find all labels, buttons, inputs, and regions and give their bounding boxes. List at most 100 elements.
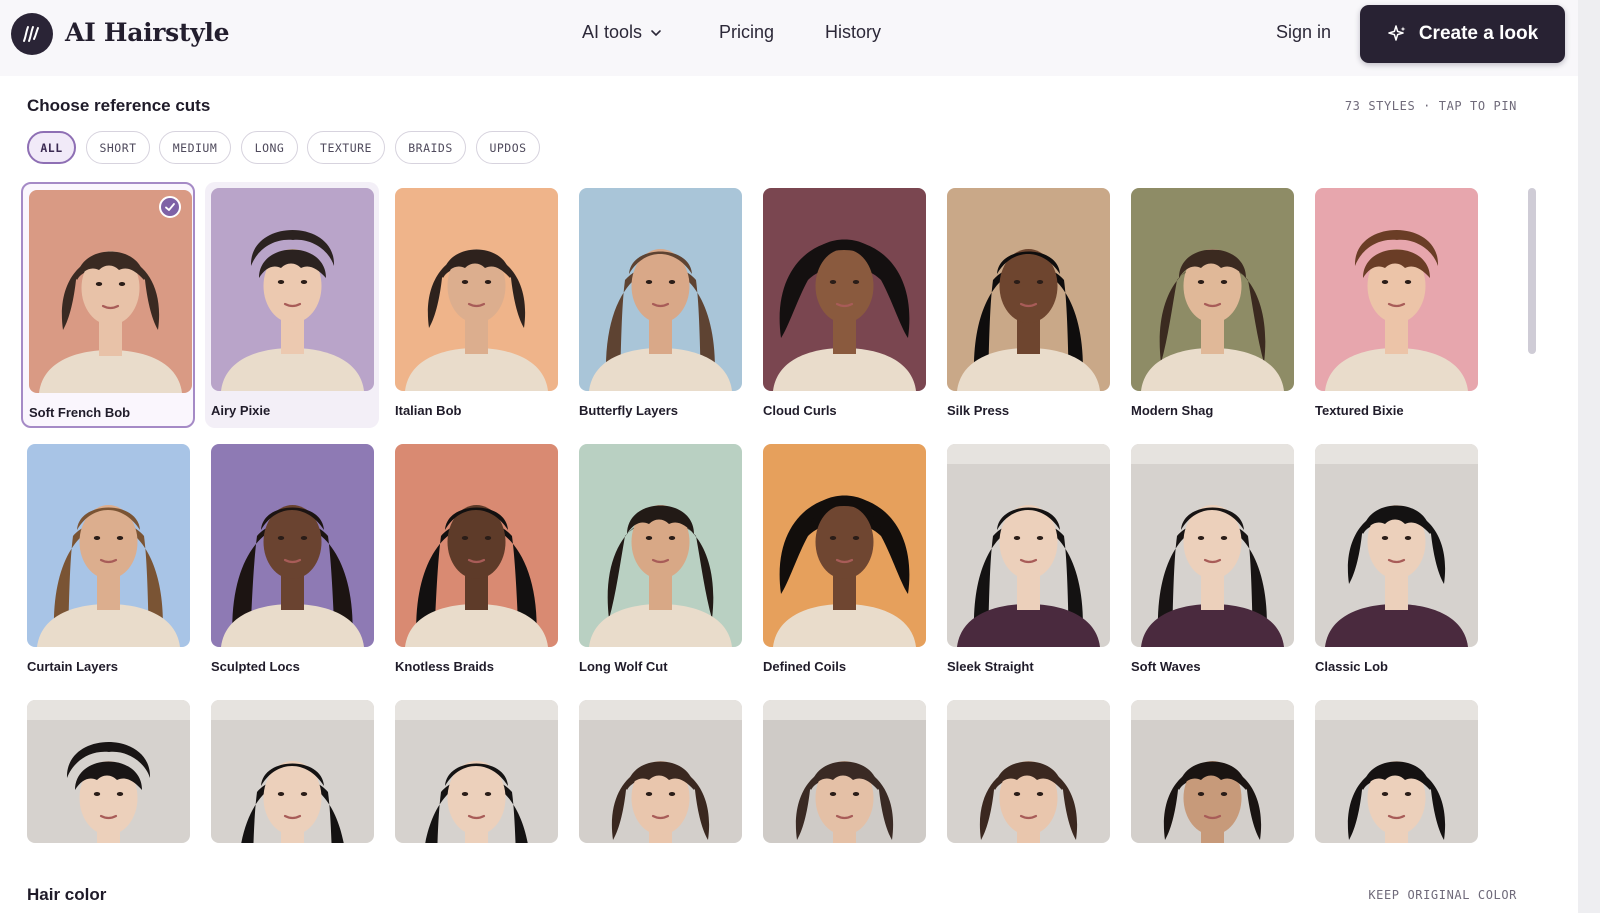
filter-chip-long[interactable]: LONG [241, 131, 298, 164]
style-card[interactable]: Silk Press [941, 182, 1115, 428]
page: AI Hairstyle AI tools Pricing History Si… [0, 0, 1578, 913]
portrait-image [947, 444, 1110, 647]
portrait-image [395, 444, 558, 647]
style-card[interactable]: Curtain Layers [21, 438, 195, 684]
style-card[interactable]: Cloud Curls [757, 182, 931, 428]
grid-scrollbar[interactable] [1528, 188, 1536, 354]
style-card[interactable]: Classic Lob [1309, 438, 1483, 684]
grid-clip-edge [0, 850, 1560, 862]
nav-pricing[interactable]: Pricing [719, 22, 774, 43]
style-thumbnail [1131, 700, 1294, 843]
style-thumbnail [1131, 444, 1294, 647]
filter-chip-braids[interactable]: BRAIDS [395, 131, 466, 164]
portrait-image [395, 700, 558, 843]
style-card-label: Butterfly Layers [579, 403, 678, 418]
style-card-label: Italian Bob [395, 403, 462, 418]
style-thumbnail [395, 700, 558, 843]
portrait-image [763, 444, 926, 647]
portrait-image [1315, 188, 1478, 391]
style-card[interactable] [1125, 694, 1299, 913]
style-card-label: Knotless Braids [395, 659, 494, 674]
brand-logo-icon[interactable] [11, 13, 53, 55]
style-thumbnail [579, 188, 742, 391]
sign-in-link[interactable]: Sign in [1276, 22, 1331, 43]
portrait-image [947, 700, 1110, 843]
style-thumbnail [395, 444, 558, 647]
nav-history-label: History [825, 22, 882, 42]
filter-chip-medium[interactable]: MEDIUM [159, 131, 231, 164]
style-card[interactable]: Sculpted Locs [205, 438, 379, 684]
portrait-image [947, 188, 1110, 391]
sparkle-icon [1388, 25, 1406, 41]
portrait-image [395, 188, 558, 391]
style-card-label: Sleek Straight [947, 659, 1034, 674]
style-card[interactable]: Textured Bixie [1309, 182, 1483, 428]
style-card-label: Soft French Bob [29, 405, 131, 420]
reference-section-meta: 73 STYLES · TAP TO PIN [1344, 99, 1517, 113]
style-card-label: Modern Shag [1131, 403, 1214, 418]
nav-history[interactable]: History [825, 22, 881, 43]
style-card[interactable]: Airy Pixie [205, 182, 379, 428]
style-card[interactable]: Long Wolf Cut [573, 438, 747, 684]
portrait-image [211, 700, 374, 843]
nav-ai-tools-label: AI tools [582, 22, 643, 42]
style-card-label: Classic Lob [1315, 659, 1388, 674]
style-card[interactable]: Knotless Braids [389, 438, 563, 684]
style-card-label: Defined Coils [763, 659, 847, 674]
reference-section-title: Choose reference cuts [27, 96, 211, 115]
portrait-image [29, 190, 192, 393]
style-card[interactable]: Butterfly Layers [573, 182, 747, 428]
top-nav: AI Hairstyle AI tools Pricing History Si… [0, 0, 1578, 76]
style-card[interactable] [21, 694, 195, 913]
keep-original-color-toggle[interactable]: KEEP ORIGINAL COLOR [1368, 888, 1517, 902]
checkmark-icon [159, 196, 181, 218]
portrait-image [763, 700, 926, 843]
style-card[interactable]: Italian Bob [389, 182, 563, 428]
portrait-image [763, 188, 926, 391]
style-thumbnail [27, 444, 190, 647]
nav-ai-tools[interactable]: AI tools [582, 22, 662, 43]
style-thumbnail [1315, 188, 1478, 391]
style-thumbnail [947, 188, 1110, 391]
style-card-label: Sculpted Locs [211, 659, 300, 674]
portrait-image [1131, 444, 1294, 647]
portrait-image [1315, 444, 1478, 647]
style-card[interactable]: Sleek Straight [941, 438, 1115, 684]
style-card[interactable] [1309, 694, 1483, 913]
portrait-image [579, 700, 742, 843]
style-card[interactable]: Defined Coils [757, 438, 931, 684]
style-thumbnail [1315, 444, 1478, 647]
filter-chip-updos[interactable]: UPDOS [476, 131, 540, 164]
style-card-label: Long Wolf Cut [579, 659, 668, 674]
style-card[interactable] [941, 694, 1115, 913]
portrait-image [211, 444, 374, 647]
style-thumbnail [211, 188, 374, 391]
style-card[interactable] [389, 694, 563, 913]
style-card-label: Silk Press [947, 403, 1010, 418]
style-card[interactable]: Modern Shag [1125, 182, 1299, 428]
style-card[interactable]: Soft Waves [1125, 438, 1299, 684]
filter-chip-short[interactable]: SHORT [86, 131, 150, 164]
create-a-look-label: Create a look [1418, 23, 1539, 44]
brand-name[interactable]: AI Hairstyle [65, 18, 230, 47]
style-thumbnail [579, 700, 742, 843]
style-card[interactable] [757, 694, 931, 913]
filter-chip-texture[interactable]: TEXTURE [307, 131, 385, 164]
portrait-image [1131, 700, 1294, 843]
style-thumbnail [1131, 188, 1294, 391]
style-card[interactable] [205, 694, 379, 913]
portrait-image [1131, 188, 1294, 391]
style-card[interactable] [573, 694, 747, 913]
style-thumbnail [211, 444, 374, 647]
style-thumbnail [947, 700, 1110, 843]
create-a-look-button[interactable]: Create a look [1360, 5, 1565, 63]
style-card[interactable]: Soft French Bob [21, 182, 195, 428]
style-card-label: Textured Bixie [1315, 403, 1404, 418]
window-edge [1578, 0, 1600, 913]
portrait-image [579, 188, 742, 391]
style-card-label: Soft Waves [1131, 659, 1201, 674]
portrait-image [579, 444, 742, 647]
style-thumbnail [763, 444, 926, 647]
hair-color-section-title: Hair color [27, 885, 107, 904]
filter-chip-all[interactable]: ALL [27, 131, 76, 164]
